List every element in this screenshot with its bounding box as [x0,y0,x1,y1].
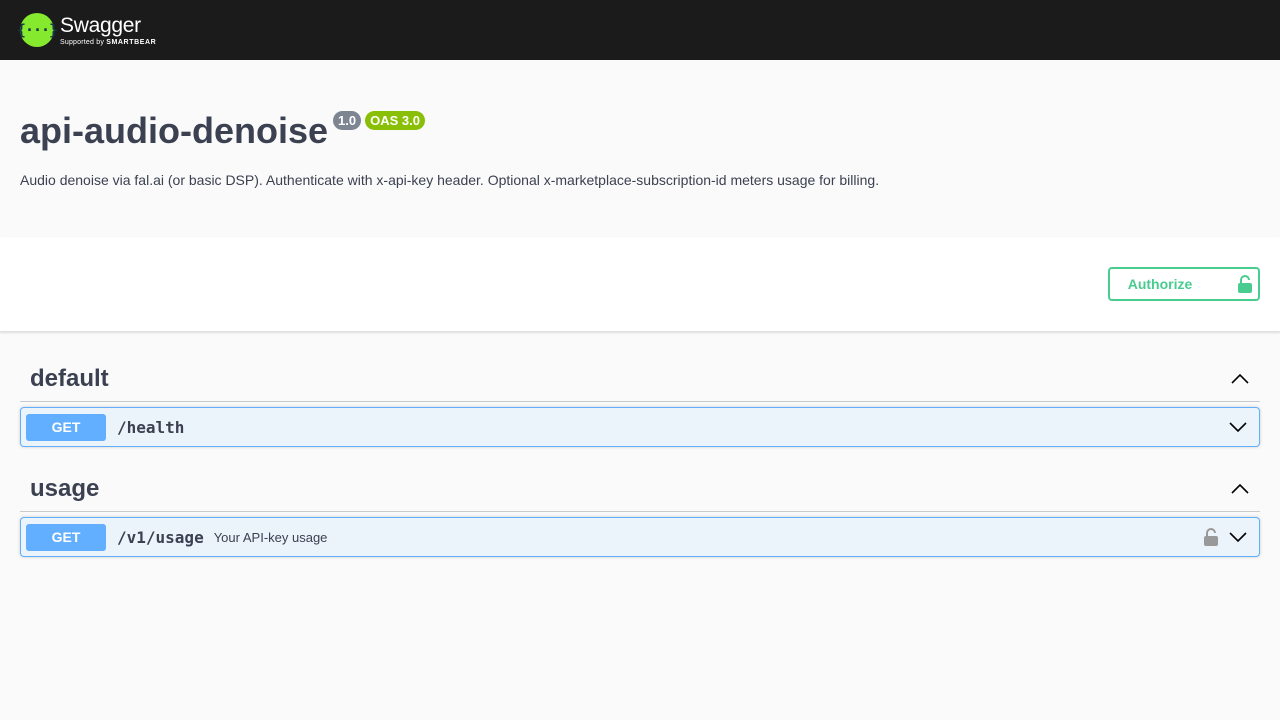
logo-subtitle: Supported by SMARTBEAR [60,38,157,46]
tag-name: default [30,365,109,392]
tag-header-default[interactable]: default [20,357,1260,402]
lock-icon[interactable] [1204,528,1218,546]
chevron-down-icon[interactable] [1228,417,1248,437]
logo-name: Swagger [60,13,141,37]
scheme-container: Authorize [0,237,1280,332]
chevron-up-icon[interactable] [1230,479,1250,499]
chevron-up-icon[interactable] [1230,369,1250,389]
method-badge: GET [26,523,106,551]
chevron-down-icon[interactable] [1228,527,1248,547]
tag-section-usage: usage GET /v1/usage Your API-key usage [20,467,1260,557]
authorize-label: Authorize [1127,276,1193,292]
unlocked-padlock-icon [1238,275,1253,293]
oas-badge: OAS 3.0 [365,111,425,130]
operation-get-health[interactable]: GET /health [20,407,1260,447]
operation-get-v1-usage[interactable]: GET /v1/usage Your API-key usage [20,517,1260,557]
page-title: api-audio-denoise [20,110,329,151]
tag-name: usage [30,475,100,502]
operation-path: /v1/usage [117,527,204,547]
method-badge: GET [26,413,106,441]
api-info: api-audio-denoise 1.0 OAS 3.0 Audio deno… [0,60,1280,237]
operation-path: /health [117,417,185,437]
authorize-button[interactable]: Authorize [1108,267,1260,301]
version-badge: 1.0 [333,111,362,130]
swagger-logo[interactable]: {···} Swagger Supported by SMARTBEAR [17,13,157,47]
operations-list: default GET /health usage GET /v1/usage … [0,357,1280,557]
operation-summary: Your API-key usage [213,529,328,545]
api-description: Audio denoise via fal.ai (or basic DSP).… [20,172,880,189]
swagger-logo-icon: {···} [17,13,58,47]
tag-header-usage[interactable]: usage [20,467,1260,512]
topbar: {···} Swagger Supported by SMARTBEAR [0,0,1280,60]
tag-section-default: default GET /health [20,357,1260,447]
